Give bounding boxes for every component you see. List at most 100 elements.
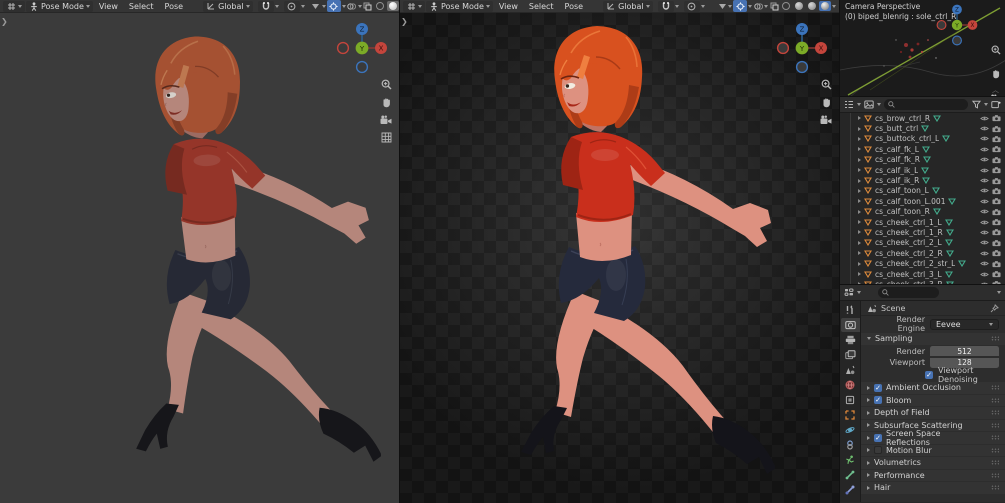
object-name[interactable]: cs_cheek_ctrl_1_R xyxy=(875,228,943,237)
viewport-right-canvas[interactable]: ❯ Z X Y xyxy=(400,13,839,503)
outliner-row[interactable]: cs_calf_ik_R xyxy=(840,175,1005,187)
panel-checkbox[interactable]: ✓ xyxy=(874,433,882,442)
viewport-denoising-checkbox[interactable]: ✓ xyxy=(925,370,933,379)
outliner-row[interactable]: cs_cheek_ctrl_2_L xyxy=(840,237,1005,249)
disable-render-icon[interactable] xyxy=(992,249,1001,257)
panel-drag-handle[interactable] xyxy=(991,385,999,391)
outliner-row[interactable]: cs_cheek_ctrl_1_R xyxy=(840,227,1005,239)
proportional-dropdown[interactable] xyxy=(300,4,305,8)
panel-checkbox[interactable]: ✓ xyxy=(874,396,882,405)
disable-render-icon[interactable] xyxy=(992,177,1001,185)
outliner-row[interactable]: cs_calf_ik_L xyxy=(840,164,1005,176)
overlays-dropdown[interactable] xyxy=(764,4,768,8)
object-name[interactable]: cs_calf_toon_L.001 xyxy=(875,197,945,206)
panel-drag-handle[interactable] xyxy=(991,447,999,453)
xray-toggle[interactable] xyxy=(363,1,373,11)
properties-tab-bone-constraint[interactable] xyxy=(841,483,860,497)
disable-render-icon[interactable] xyxy=(992,260,1001,268)
shading-wireframe-button[interactable] xyxy=(374,1,386,11)
disable-render-icon[interactable] xyxy=(992,125,1001,133)
outliner-row[interactable]: cs_brow_ctrl_R xyxy=(840,113,1005,124)
disable-render-icon[interactable] xyxy=(992,197,1001,205)
object-name[interactable]: cs_calf_toon_L xyxy=(875,186,929,195)
object-name[interactable]: cs_cheek_ctrl_2_R xyxy=(875,249,943,258)
snap-dropdown[interactable] xyxy=(274,4,279,8)
panel-drag-handle[interactable] xyxy=(991,422,999,428)
object-name[interactable]: cs_calf_ik_R xyxy=(875,176,919,185)
filter-dropdown[interactable] xyxy=(984,103,988,106)
snap-toggle[interactable] xyxy=(257,0,274,12)
object-name[interactable]: cs_brow_ctrl_R xyxy=(875,114,930,123)
expand-icon[interactable] xyxy=(858,220,861,225)
pan-button[interactable] xyxy=(991,64,1001,83)
transform-orientation-dropdown[interactable]: Global xyxy=(603,0,653,12)
render-samples-field[interactable]: 512 xyxy=(930,346,999,356)
hide-viewport-icon[interactable] xyxy=(980,167,989,174)
new-collection-icon[interactable] xyxy=(991,100,1001,110)
disable-render-icon[interactable] xyxy=(992,156,1001,164)
render-engine-dropdown[interactable]: Eevee xyxy=(930,318,999,330)
disable-render-icon[interactable] xyxy=(992,239,1001,247)
camera-viewport[interactable]: Camera Perspective (0) biped_blenrig : s… xyxy=(840,0,1005,97)
camera-view-button[interactable] xyxy=(820,115,832,125)
shading-solid-button[interactable] xyxy=(386,1,399,11)
panel-drag-handle[interactable] xyxy=(991,435,999,441)
object-name[interactable]: cs_butt_ctrl xyxy=(875,124,918,133)
menu-pose[interactable]: Pose xyxy=(160,2,189,11)
panel-header-hair[interactable]: Hair xyxy=(861,482,1005,494)
properties-editor-icon[interactable] xyxy=(844,288,854,298)
panel-drag-handle[interactable] xyxy=(991,460,999,466)
visibility-dropdown[interactable] xyxy=(728,4,732,8)
breadcrumb-label[interactable]: Scene xyxy=(881,304,905,313)
hide-viewport-icon[interactable] xyxy=(980,271,989,278)
corner-widget[interactable]: ︿ xyxy=(992,85,999,95)
shading-rendered-button[interactable] xyxy=(819,1,831,11)
toolbar-expand-arrow[interactable]: ❯ xyxy=(1,17,8,26)
outliner-row[interactable]: cs_butt_ctrl xyxy=(840,123,1005,135)
object-name[interactable]: cs_cheek_ctrl_1_L xyxy=(875,218,942,227)
visibility-dropdown[interactable] xyxy=(321,4,326,8)
expand-icon[interactable] xyxy=(858,168,861,173)
overlays-dropdown[interactable] xyxy=(357,4,362,8)
panel-checkbox[interactable]: ✓ xyxy=(874,383,882,392)
proportional-dropdown[interactable] xyxy=(700,4,705,8)
properties-options-dropdown[interactable] xyxy=(997,291,1001,294)
panel-drag-handle[interactable] xyxy=(991,410,999,416)
outliner-row[interactable]: cs_cheek_ctrl_1_L xyxy=(840,216,1005,228)
hide-viewport-icon[interactable] xyxy=(980,250,989,257)
gizmo-dropdown[interactable] xyxy=(748,4,752,8)
show-gizmo-toggle[interactable] xyxy=(326,0,341,12)
sampling-panel-header[interactable]: Sampling xyxy=(861,333,1005,345)
expand-icon[interactable] xyxy=(858,157,861,162)
display-mode-dropdown[interactable] xyxy=(877,103,881,106)
hide-viewport-icon[interactable] xyxy=(980,219,989,226)
properties-tab-constraints[interactable] xyxy=(841,438,860,452)
pin-icon[interactable] xyxy=(989,303,999,313)
disable-render-icon[interactable] xyxy=(992,114,1001,122)
show-overlays-toggle[interactable] xyxy=(347,1,357,11)
mode-dropdown[interactable]: Pose Mode xyxy=(26,0,93,12)
mode-dropdown[interactable]: Pose Mode xyxy=(426,0,493,12)
show-overlays-toggle[interactable] xyxy=(753,1,763,11)
filter-icon[interactable] xyxy=(971,100,981,110)
hide-viewport-icon[interactable] xyxy=(980,125,989,132)
navigation-gizmo[interactable]: Z X Y xyxy=(935,3,979,47)
panel-drag-handle[interactable] xyxy=(991,336,999,342)
menu-pose[interactable]: Pose xyxy=(560,2,589,11)
disable-render-icon[interactable] xyxy=(992,145,1001,153)
disable-render-icon[interactable] xyxy=(992,218,1001,226)
object-visibility-icon[interactable] xyxy=(717,1,727,11)
expand-icon[interactable] xyxy=(858,178,861,183)
hide-viewport-icon[interactable] xyxy=(980,198,989,205)
xray-toggle[interactable] xyxy=(769,1,779,11)
expand-icon[interactable] xyxy=(858,126,861,131)
properties-editor-dropdown[interactable] xyxy=(857,291,861,294)
properties-tab-physics[interactable] xyxy=(841,423,860,437)
camera-view-button[interactable] xyxy=(380,115,392,125)
expand-icon[interactable] xyxy=(858,251,861,256)
hide-viewport-icon[interactable] xyxy=(980,208,989,215)
outliner-row[interactable]: cs_buttock_ctrl_L xyxy=(840,133,1005,145)
pan-button[interactable] xyxy=(381,97,392,108)
object-visibility-icon[interactable] xyxy=(311,1,321,11)
properties-tab-tool[interactable] xyxy=(841,303,860,317)
